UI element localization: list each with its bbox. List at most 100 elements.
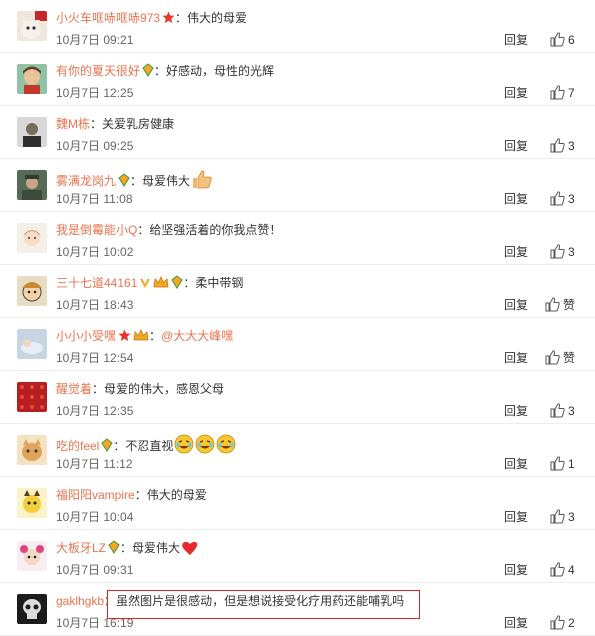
sleeping-figure-avatar[interactable] [17, 329, 47, 359]
vip-gem-icon [108, 540, 120, 554]
reply-button[interactable]: 回复 [504, 457, 528, 471]
comment-emoji [190, 170, 213, 189]
like-thumb-icon [550, 562, 565, 577]
reply-button[interactable]: 回复 [504, 616, 528, 630]
like-count: 赞 [563, 297, 576, 312]
comment-text: 伟大的母爱 [187, 11, 248, 25]
comment-text: 柔中带钢 [195, 276, 244, 290]
red-heart-emoji-icon [182, 541, 198, 555]
crown-icon [153, 276, 169, 288]
comment-timestamp: 10月7日 12:35 [56, 404, 134, 418]
yellow-character-avatar[interactable] [17, 488, 47, 518]
cat-avatar[interactable] [17, 11, 47, 41]
like-button[interactable]: 6 [550, 32, 575, 47]
comment-line: 小小小受嘿 ：@大大大峰嘿 [56, 328, 233, 344]
like-button[interactable]: 3 [550, 244, 575, 259]
illustrated-face-avatar[interactable] [17, 64, 47, 94]
anime-girl-avatar[interactable] [17, 223, 47, 253]
reply-button[interactable]: 回复 [504, 86, 528, 100]
comment-text: 不忍直视 [125, 439, 174, 453]
username-link[interactable]: 福阳阳vampire [56, 488, 135, 502]
like-thumb-icon [545, 297, 560, 312]
like-button[interactable]: 3 [550, 509, 575, 524]
separator-colon: ： [113, 439, 126, 453]
comment-item: 大板牙LZ ：母爱伟大 10月7日 09:31 回复 4 [0, 530, 595, 583]
separator-colon: ： [175, 11, 188, 25]
reply-button[interactable]: 回复 [504, 404, 528, 418]
like-button[interactable]: 赞 [545, 350, 575, 365]
comment-line: 雾满龙岗九 ：母爱伟大 [56, 169, 213, 189]
comment-line: 魏M栋：关爱乳房健康 [56, 116, 174, 132]
comment-line: 福阳阳vampire：伟大的母爱 [56, 487, 207, 503]
like-count: 3 [568, 191, 575, 206]
comment-item: 有你的夏天很好 ：好感动，母性的光辉 10月7日 12:25 回复 7 [0, 53, 595, 106]
like-button[interactable]: 3 [550, 403, 575, 418]
user-badges [116, 329, 149, 343]
user-badges [106, 540, 120, 555]
reply-button[interactable]: 回复 [504, 510, 528, 524]
reply-button[interactable]: 回复 [504, 33, 528, 47]
military-avatar[interactable] [17, 170, 47, 200]
like-button[interactable]: 1 [550, 456, 575, 471]
like-button[interactable]: 2 [550, 615, 575, 630]
user-badges [137, 275, 184, 290]
reply-button[interactable]: 回复 [504, 192, 528, 206]
username-link[interactable]: 雾满龙岗九 [56, 174, 116, 188]
verified-v-icon [140, 279, 151, 288]
reply-button[interactable]: 回复 [504, 563, 528, 577]
user-badges [140, 63, 154, 78]
vip-gem-icon [142, 63, 154, 77]
separator-colon: ： [130, 174, 143, 188]
username-link[interactable]: 三十七道44161 [56, 276, 137, 290]
comment-timestamp: 10月7日 09:25 [56, 139, 134, 153]
username-link[interactable]: 大板牙LZ [56, 541, 106, 555]
username-link[interactable]: 魏M栋 [56, 117, 90, 131]
user-badges [99, 438, 114, 453]
username-link[interactable]: 醒觉着 [56, 382, 92, 396]
username-link[interactable]: gaklhgkb [56, 594, 104, 608]
username-link[interactable]: 小小小受嘿 [56, 329, 116, 343]
like-count: 2 [568, 615, 575, 630]
like-button[interactable]: 4 [550, 562, 575, 577]
comment-timestamp: 10月7日 11:08 [56, 192, 133, 206]
reply-button[interactable]: 回复 [504, 245, 528, 259]
like-thumb-icon [550, 456, 565, 471]
username-link[interactable]: 小火车哐哧哐哧973 [56, 11, 160, 25]
reply-button[interactable]: 回复 [504, 139, 528, 153]
comment-item: 三十七道44161 ：柔中带钢 10月7日 18:43 回复 赞 [0, 265, 595, 318]
comment-text: 关爱乳房健康 [102, 117, 175, 131]
mention-link[interactable]: @大大大峰嘿 [161, 329, 233, 343]
cartoon-face-avatar[interactable] [17, 276, 47, 306]
comment-timestamp: 10月7日 10:04 [56, 510, 134, 524]
like-count: 3 [568, 138, 575, 153]
like-button[interactable]: 7 [550, 85, 575, 100]
username-link[interactable]: 有你的夏天很好 [56, 64, 140, 78]
portrait-avatar[interactable] [17, 117, 47, 147]
skull-avatar[interactable] [17, 594, 47, 624]
reply-button[interactable]: 回复 [504, 351, 528, 365]
comment-timestamp: 10月7日 09:31 [56, 563, 134, 577]
like-count: 4 [568, 562, 575, 577]
username-link[interactable]: 我是倒霉能小Q [56, 223, 137, 237]
highlight-box [107, 590, 420, 619]
laugh-cry-emoji-icon [174, 434, 194, 454]
cat-face-avatar[interactable] [17, 435, 47, 465]
reply-button[interactable]: 回复 [504, 298, 528, 312]
like-count: 3 [568, 509, 575, 524]
doll-avatar[interactable] [17, 541, 47, 571]
comment-item: 吃的feel ：不忍直视 10月7日 11:12 回复 1 [0, 424, 595, 477]
like-button[interactable]: 3 [550, 191, 575, 206]
user-badges [160, 11, 175, 25]
thumbs-up-emoji-icon [193, 170, 212, 189]
comment-line: 小火车哐哧哐哧973 ：伟大的母爱 [56, 10, 247, 26]
username-link[interactable]: 吃的feel [56, 439, 99, 453]
comment-item: 魏M栋：关爱乳房健康 10月7日 09:25 回复 3 [0, 106, 595, 159]
comment-text: 伟大的母爱 [146, 488, 207, 502]
like-count: 3 [568, 403, 575, 418]
separator-colon: ： [137, 223, 150, 237]
red-pattern-avatar[interactable] [17, 382, 47, 412]
comment-item: 醒觉着：母爱的伟大，感恩父母 10月7日 12:35 回复 3 [0, 371, 595, 424]
like-button[interactable]: 3 [550, 138, 575, 153]
laugh-cry-emoji-icon [216, 434, 236, 454]
like-button[interactable]: 赞 [545, 297, 575, 312]
